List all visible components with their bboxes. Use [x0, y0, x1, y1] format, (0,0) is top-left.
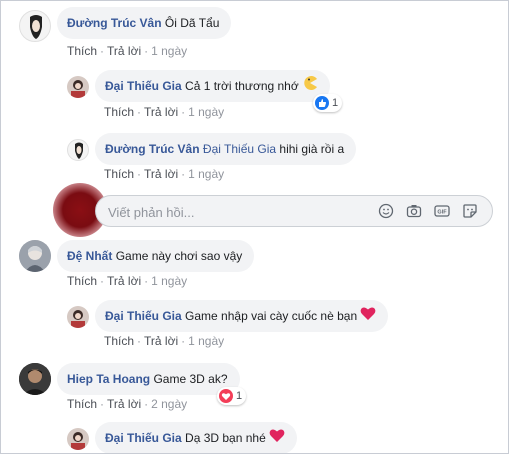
comment-time[interactable]: 1 ngày — [151, 274, 187, 288]
like-link[interactable]: Thích — [67, 44, 97, 58]
svg-text:GIF: GIF — [437, 210, 447, 216]
comment-time[interactable]: 1 ngày — [151, 44, 187, 58]
comment-author[interactable]: Đại Thiếu Gia — [105, 79, 182, 93]
reaction-count: 1 — [332, 97, 339, 109]
reply-input[interactable] — [106, 196, 350, 228]
comment-time[interactable]: 1 ngày — [188, 105, 224, 119]
avatar[interactable] — [67, 428, 89, 450]
reply-link[interactable]: Trả lời — [144, 105, 178, 119]
comment-actions: Thích · Trả lời · 2 ngày — [67, 397, 188, 411]
comment-actions: Thích · Trả lời · 1 ngày — [104, 105, 225, 119]
avatar[interactable] — [67, 139, 89, 161]
comment-text: hihi già rồi a — [279, 142, 345, 156]
avatar[interactable] — [19, 10, 51, 42]
avatar[interactable] — [67, 76, 89, 98]
reply-box: GIF — [95, 195, 493, 228]
comment-thread: Đường Trúc Vân Ôi Dã Tẩu Thích · Trả lời · 1… — [0, 0, 509, 454]
comment-bubble: Đại Thiếu Gia Dạ 3D bạn nhé — [95, 422, 298, 453]
comment-author[interactable]: Hiep Ta Hoang — [67, 372, 150, 386]
like-link[interactable]: Thích — [104, 105, 134, 119]
avatar[interactable] — [19, 240, 51, 272]
smile-icon[interactable] — [378, 203, 394, 219]
like-link[interactable]: Thích — [104, 167, 134, 181]
comment-actions: Thích · Trả lời · 1 ngày — [104, 334, 225, 348]
mention-link[interactable]: Đại Thiếu Gia — [203, 142, 276, 156]
comment-author[interactable]: Đường Trúc Vân — [105, 142, 200, 156]
reply-link[interactable]: Trả lời — [107, 397, 141, 411]
reply-link[interactable]: Trả lời — [144, 167, 178, 181]
like-link[interactable]: Thích — [104, 334, 134, 348]
comment-bubble: Đường Trúc Vân Đại Thiếu Gia hihi già rồ… — [95, 133, 357, 165]
comment-bubble: Đại Thiếu Gia Game nhập vai cày cuốc nè … — [95, 300, 389, 333]
like-reaction-icon — [315, 96, 329, 110]
comment-text: Game nhập vai cày cuốc nè bạn — [185, 309, 358, 323]
comment-bubble: Đệ Nhất Game này chơi sao vậy — [57, 240, 255, 272]
comment-bubble: Đại Thiếu Gia Cả 1 trời thương nhớ — [95, 70, 331, 102]
comment-bubble: Hiep Ta Hoang Game 3D ak? — [57, 363, 240, 395]
comment-text: Dạ 3D bạn nhé — [185, 431, 266, 445]
reaction-summary[interactable]: 1 — [313, 94, 343, 112]
comment-author[interactable]: Đệ Nhất — [67, 249, 112, 263]
comment-time[interactable]: 1 ngày — [188, 167, 224, 181]
comment-time[interactable]: 2 ngày — [151, 397, 187, 411]
like-link[interactable]: Thích — [67, 397, 97, 411]
heart-icon — [269, 423, 285, 453]
comment-bubble: Đường Trúc Vân Ôi Dã Tẩu — [57, 7, 232, 39]
comment-time[interactable]: 1 ngày — [188, 334, 224, 348]
comment-author[interactable]: Đại Thiếu Gia — [105, 431, 182, 445]
comment-actions: Thích · Trả lời · 1 ngày — [104, 167, 225, 181]
camera-icon[interactable] — [406, 203, 422, 219]
comment-text: Ôi Dã Tẩu — [164, 16, 220, 30]
comment-text: Cả 1 trời thương nhớ — [185, 79, 299, 93]
sticker-icon[interactable] — [462, 203, 478, 219]
gif-icon[interactable]: GIF — [434, 203, 450, 219]
heart-icon — [360, 301, 376, 333]
comment-actions: Thích · Trả lời · 1 ngày — [67, 44, 188, 58]
reaction-summary[interactable]: 1 — [217, 387, 247, 405]
comment-text: Game 3D ak? — [153, 372, 228, 386]
reply-link[interactable]: Trả lời — [107, 274, 141, 288]
reply-link[interactable]: Trả lời — [144, 334, 178, 348]
reaction-count: 1 — [236, 390, 243, 402]
comment-text: Game này chơi sao vậy — [115, 249, 243, 263]
comment-author[interactable]: Đường Trúc Vân — [67, 16, 162, 30]
avatar[interactable] — [67, 306, 89, 328]
love-reaction-icon — [219, 389, 233, 403]
reply-link[interactable]: Trả lời — [107, 44, 141, 58]
avatar[interactable] — [19, 363, 51, 395]
comment-actions: Thích · Trả lời · 1 ngày — [67, 274, 188, 288]
comment-author[interactable]: Đại Thiếu Gia — [105, 309, 182, 323]
like-link[interactable]: Thích — [67, 274, 97, 288]
